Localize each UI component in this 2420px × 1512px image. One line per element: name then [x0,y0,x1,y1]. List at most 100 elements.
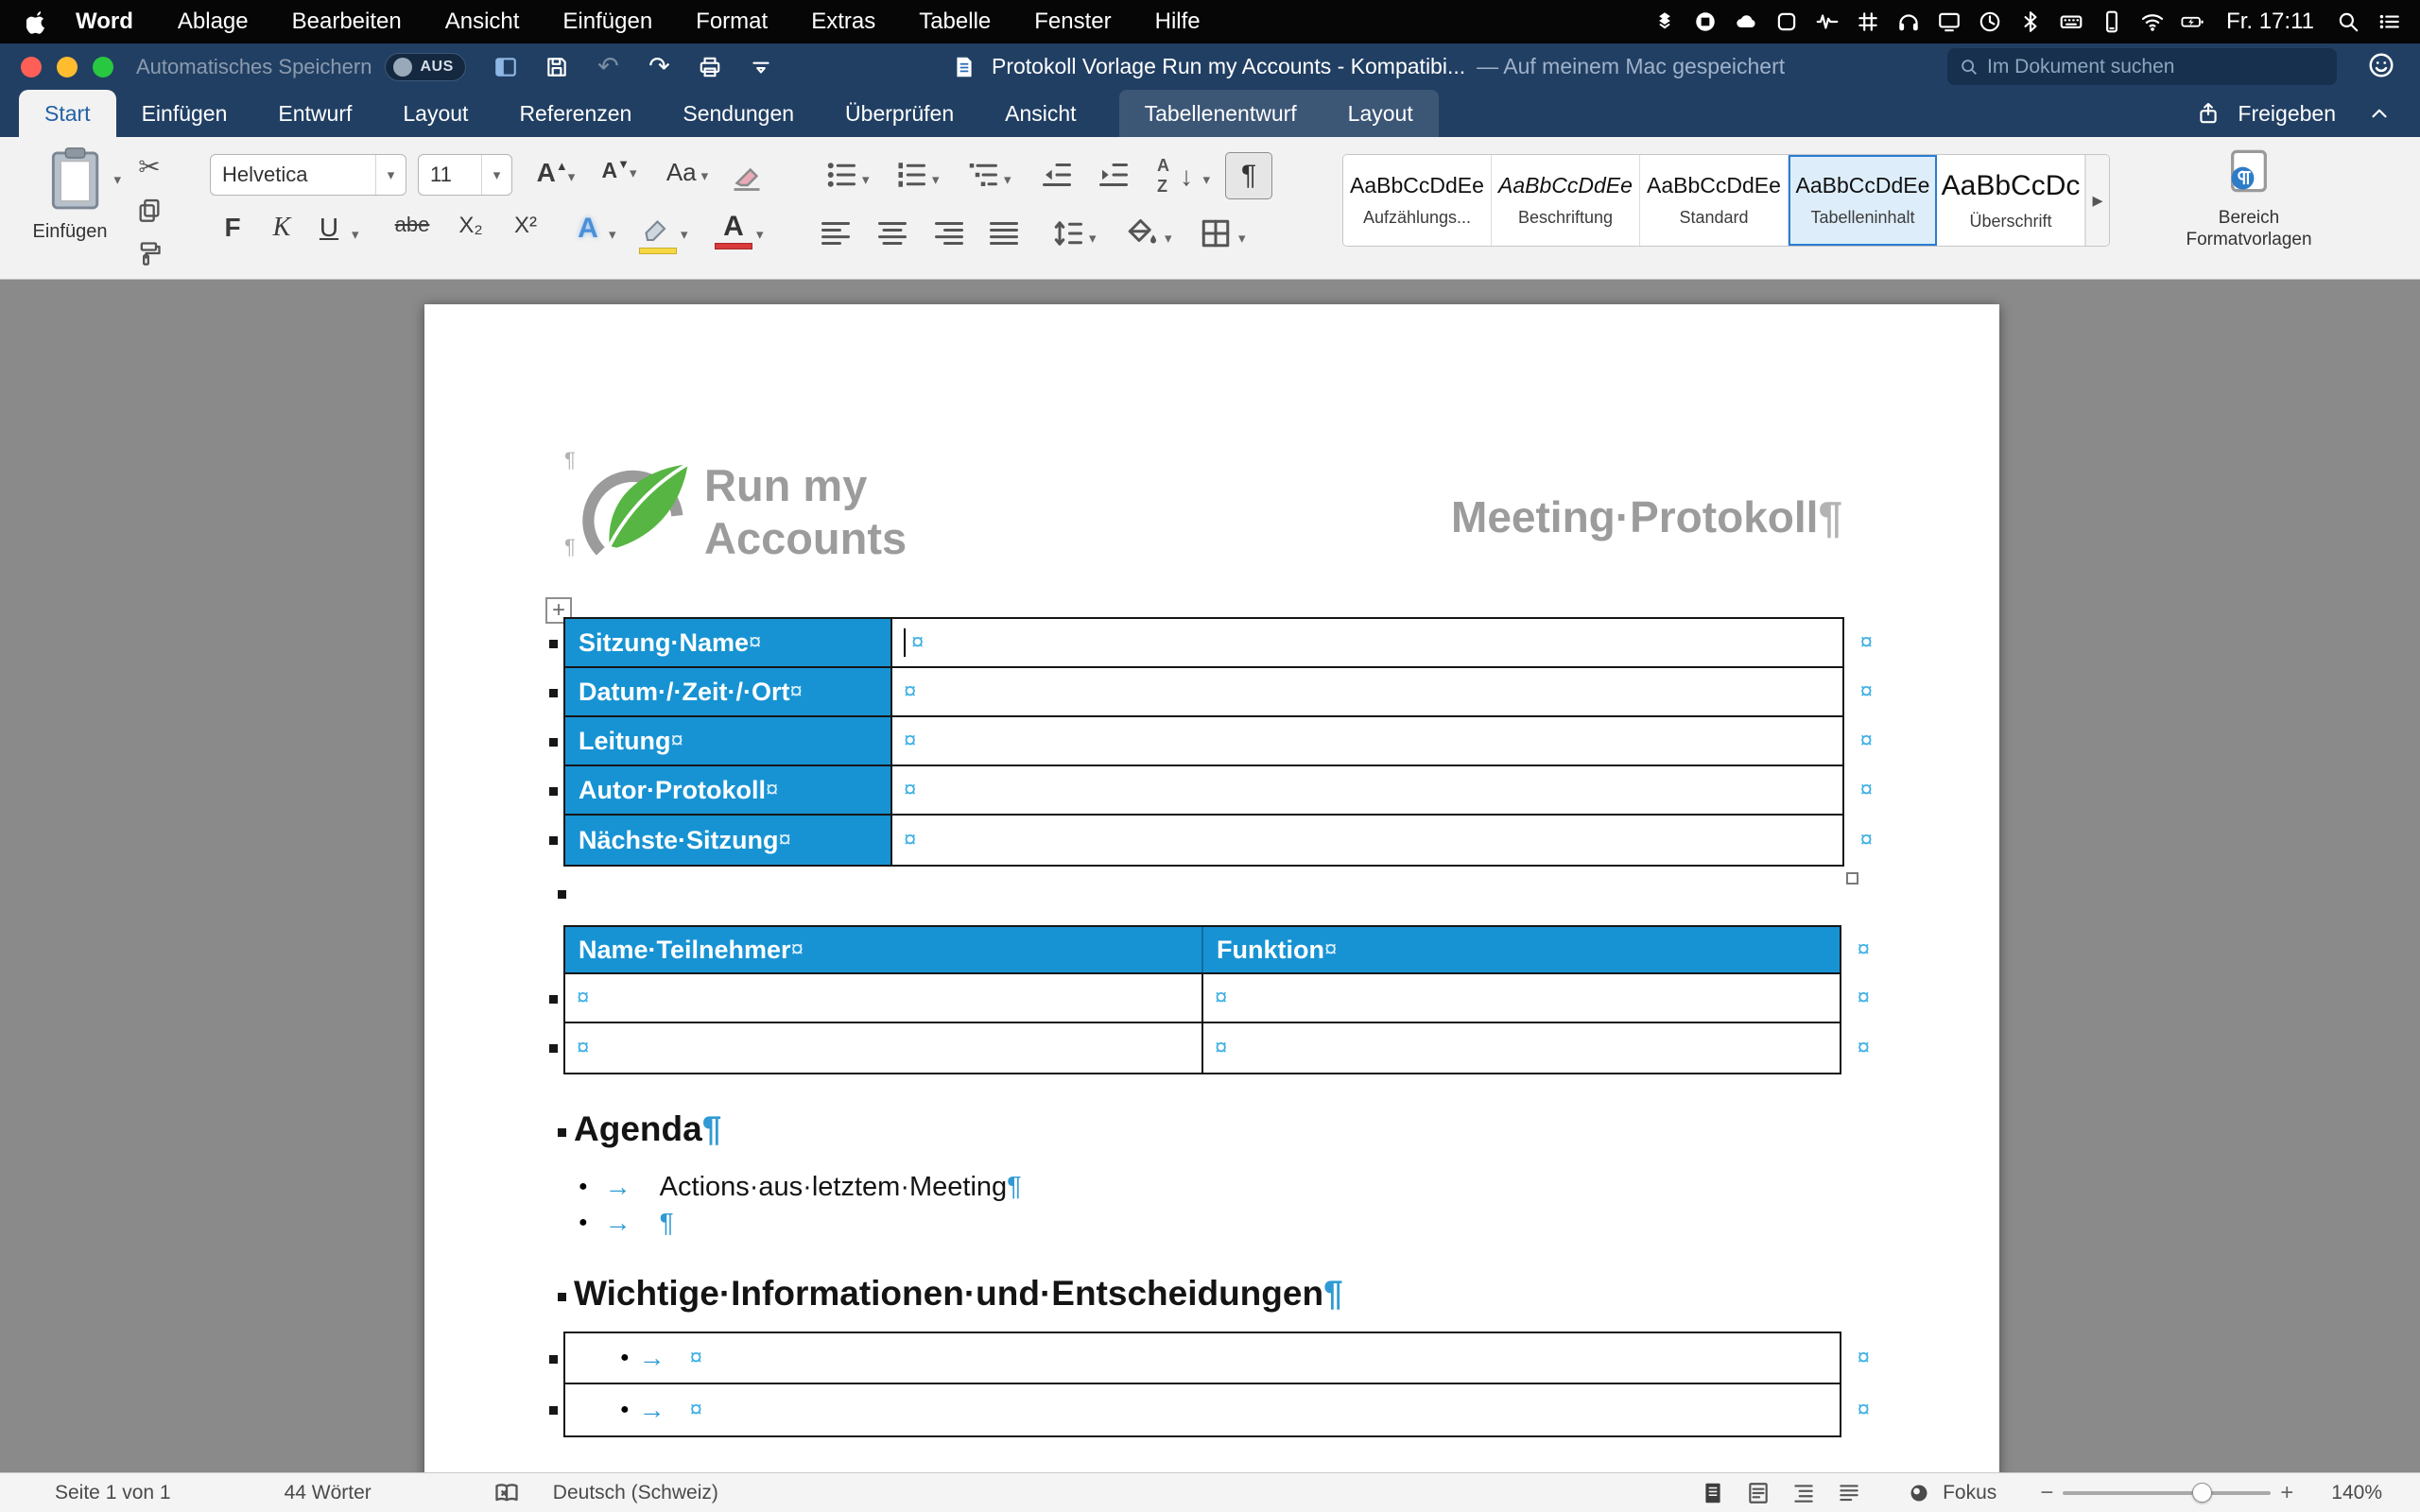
align-left-icon[interactable] [819,216,853,255]
show-formatting-marks-button[interactable]: ¶ [1225,152,1272,199]
decision-cell[interactable]: ● → ¤ [565,1333,1840,1383]
line-spacing-caret-icon[interactable]: ▾ [1089,232,1097,246]
styles-gallery-more-icon[interactable]: ▸ [2085,155,2109,246]
menu-fenster[interactable]: Fenster [1012,9,1132,35]
text-effects-caret-icon[interactable]: ▾ [609,228,616,242]
borders-icon[interactable] [1199,216,1233,255]
justify-icon[interactable] [987,216,1021,255]
highlight-caret-icon[interactable]: ▾ [681,228,688,242]
table-row[interactable]: Nächste·Sitzung ¤ ¤ ¤ [549,816,1873,865]
bold-button[interactable]: F [212,213,253,254]
menu-ansicht[interactable]: Ansicht [424,9,542,35]
multilevel-list-caret-icon[interactable]: ▾ [1004,173,1011,187]
wifi-icon[interactable] [2135,5,2169,39]
style-ueberschrift[interactable]: AaBbCcDc Überschrift [1937,155,2085,246]
style-aufzaehlung[interactable]: AaBbCcDdEe Aufzählungs... [1343,155,1492,246]
increase-indent-icon[interactable] [1097,158,1131,197]
info-label-cell[interactable]: Leitung ¤ [565,717,892,765]
multilevel-list-icon[interactable] [966,158,1000,197]
airplay-display-icon[interactable] [1932,5,1965,39]
tab-referenzen[interactable]: Referenzen [493,90,657,137]
tab-start[interactable]: Start [19,90,116,137]
info-value-cell[interactable]: ¤ [892,816,1842,865]
menu-hilfe[interactable]: Hilfe [1133,9,1222,35]
phone-handoff-icon[interactable] [2095,5,2128,39]
decision-cell[interactable]: ● → ¤ [565,1384,1840,1435]
app-menu-word[interactable]: Word [59,9,156,35]
print-layout-view-icon[interactable] [1699,1479,1727,1507]
slack-icon[interactable] [1851,5,1884,39]
menu-extras[interactable]: Extras [789,9,897,35]
participant-function-cell[interactable]: ¤ [1203,974,1840,1022]
close-window-button[interactable] [21,56,42,77]
font-color-caret-icon[interactable]: ▾ [756,228,764,242]
feedback-smiley-icon[interactable] [2367,51,2395,84]
time-machine-icon[interactable] [1973,5,2006,39]
font-size-caret-icon[interactable]: ▾ [481,155,511,195]
info-value-cell[interactable]: ¤ [892,619,1842,666]
tab-layout[interactable]: Layout [377,90,493,137]
zoom-slider-thumb[interactable] [2191,1482,2212,1503]
sidebar-icon[interactable] [491,50,521,84]
shrink-font-button[interactable]: A ▼ ▾ [592,157,647,196]
agenda-bullet-item-empty[interactable]: ● → ¶ [579,1204,674,1242]
menu-format[interactable]: Format [674,9,789,35]
subscript-button[interactable]: X₂ [446,213,495,254]
share-label[interactable]: Freigeben [2238,101,2336,127]
participant-name-cell[interactable]: ¤ [565,1023,1203,1073]
info-value-cell[interactable]: ¤ [892,766,1842,814]
info-label-cell[interactable]: Datum·/·Zeit·/·Ort ¤ [565,668,892,715]
style-standard[interactable]: AaBbCcDdEe Standard [1640,155,1789,246]
paste-caret-icon[interactable]: ▾ [113,173,121,187]
print-icon[interactable] [695,50,725,84]
decrease-indent-icon[interactable] [1040,158,1074,197]
grow-font-button[interactable]: A ▲ ▾ [526,158,586,196]
numbered-list-caret-icon[interactable]: ▾ [932,173,940,187]
bullet-list-icon[interactable] [824,158,858,197]
underline-button[interactable]: U [308,213,350,254]
notification-center-icon[interactable] [2372,5,2405,39]
paste-button[interactable]: ▾ Einfügen [15,145,125,273]
shading-caret-icon[interactable]: ▾ [1165,232,1172,246]
autosave-toggle[interactable]: AUS [385,52,467,81]
numbered-list-icon[interactable] [894,158,928,197]
participant-function-cell[interactable]: ¤ [1203,1023,1840,1073]
bluetooth-icon[interactable] [2014,5,2047,39]
info-label-cell[interactable]: Nächste·Sitzung ¤ [565,816,892,865]
tab-ueberpruefen[interactable]: Überprüfen [820,90,979,137]
format-painter-icon[interactable] [132,237,166,269]
info-value-cell[interactable]: ¤ [892,717,1842,765]
underline-caret-icon[interactable]: ▾ [352,228,359,242]
table-row[interactable]: Autor·Protokoll ¤ ¤ ¤ [549,766,1873,816]
shortcuts-icon[interactable] [1770,5,1803,39]
style-tabelleninhalt[interactable]: AaBbCcDdEe Tabelleninhalt [1789,155,1937,246]
table-row[interactable]: ● → ¤ ¤ [549,1333,1870,1384]
focus-mode-icon[interactable] [1905,1479,1933,1507]
share-icon[interactable] [2191,96,2224,130]
zoom-level[interactable]: 140% [2331,1482,2382,1504]
word-count[interactable]: 44 Wörter [285,1482,372,1504]
tab-entwurf[interactable]: Entwurf [252,90,377,137]
copy-icon[interactable] [132,194,166,226]
menu-bearbeiten[interactable]: Bearbeiten [270,9,424,35]
cut-icon[interactable]: ✂ [132,150,166,182]
minimize-window-button[interactable] [57,56,78,77]
docker-icon[interactable] [1688,5,1721,39]
web-layout-view-icon[interactable] [1744,1479,1772,1507]
tab-sendungen[interactable]: Sendungen [657,90,820,137]
style-beschriftung[interactable]: AaBbCcDdEe Beschriftung [1492,155,1640,246]
italic-button[interactable]: K [261,213,302,254]
align-center-icon[interactable] [875,216,909,255]
collapse-ribbon-icon[interactable] [2362,96,2395,130]
undo-icon[interactable]: ↶ [593,50,623,84]
table-header-row[interactable]: Name·Teilnehmer ¤ Funktion ¤ ¤ [565,927,1870,974]
zoom-out-button[interactable]: − [2040,1480,2053,1506]
keyboard-icon[interactable] [2054,5,2087,39]
table-row[interactable]: Leitung ¤ ¤ ¤ [549,717,1873,766]
proofing-status-icon[interactable] [493,1479,521,1507]
tab-tabelle-layout[interactable]: Layout [1322,90,1439,137]
align-right-icon[interactable] [932,216,966,255]
styles-pane-button[interactable]: Bereich Formatvorlagen [2159,146,2339,275]
info-label-cell[interactable]: Sitzung·Name ¤ [565,619,892,666]
bullet-list-caret-icon[interactable]: ▾ [862,173,870,187]
